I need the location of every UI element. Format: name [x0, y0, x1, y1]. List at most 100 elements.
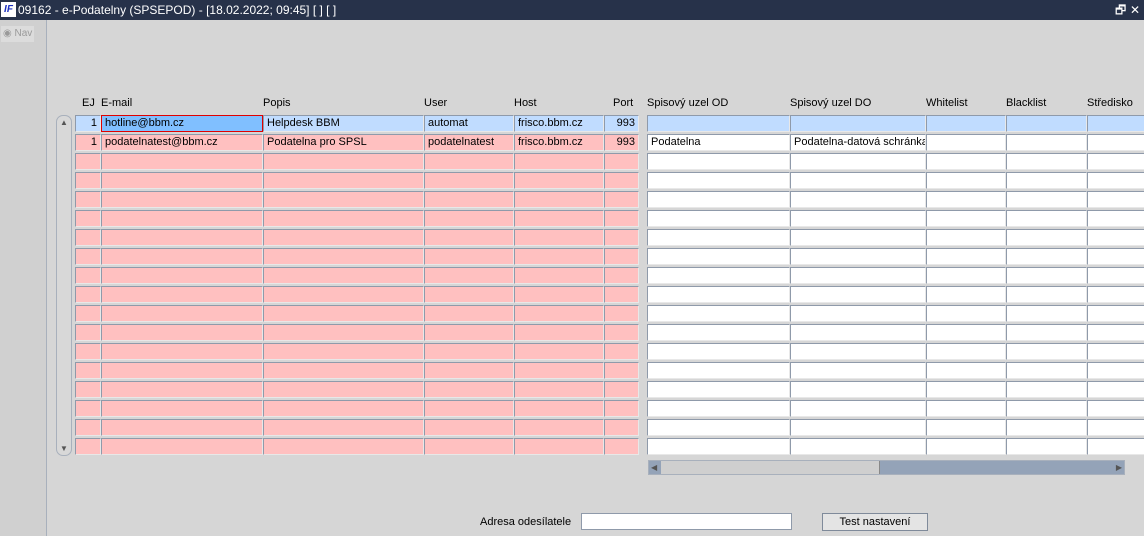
cell-ej[interactable] — [75, 362, 101, 379]
cell-email[interactable] — [101, 400, 263, 417]
cell-user[interactable] — [424, 362, 514, 379]
cell-do[interactable] — [790, 115, 926, 132]
cell-blacklist[interactable] — [1006, 381, 1087, 398]
cell-blacklist[interactable] — [1006, 153, 1087, 170]
cell-email[interactable] — [101, 172, 263, 189]
cell-port[interactable] — [604, 267, 639, 284]
cell-port[interactable] — [604, 210, 639, 227]
cell-popis[interactable] — [263, 153, 424, 170]
cell-port[interactable] — [604, 362, 639, 379]
cell-do[interactable] — [790, 229, 926, 246]
cell-popis[interactable] — [263, 229, 424, 246]
cell-do[interactable] — [790, 172, 926, 189]
cell-ej[interactable] — [75, 191, 101, 208]
cell-host[interactable] — [514, 286, 604, 303]
cell-user[interactable] — [424, 191, 514, 208]
cell-port[interactable] — [604, 400, 639, 417]
cell-popis[interactable] — [263, 381, 424, 398]
cell-ej[interactable] — [75, 400, 101, 417]
cell-od[interactable] — [647, 438, 790, 455]
cell-email[interactable] — [101, 362, 263, 379]
cell-email[interactable] — [101, 153, 263, 170]
cell-port[interactable] — [604, 286, 639, 303]
cell-popis[interactable] — [263, 324, 424, 341]
cell-email[interactable] — [101, 381, 263, 398]
cell-do[interactable] — [790, 324, 926, 341]
nav-radio[interactable]: ◉ Nav — [1, 26, 34, 42]
vertical-scrollbar[interactable]: ▲ ▼ — [56, 115, 72, 456]
cell-email[interactable] — [101, 229, 263, 246]
cell-user[interactable] — [424, 381, 514, 398]
cell-popis[interactable] — [263, 419, 424, 436]
cell-blacklist[interactable] — [1006, 172, 1087, 189]
cell-host[interactable] — [514, 172, 604, 189]
cell-do[interactable] — [790, 210, 926, 227]
cell-whitelist[interactable] — [926, 229, 1006, 246]
cell-user[interactable] — [424, 305, 514, 322]
cell-whitelist[interactable] — [926, 305, 1006, 322]
cell-stredisko[interactable] — [1087, 134, 1144, 151]
cell-blacklist[interactable] — [1006, 248, 1087, 265]
cell-email[interactable]: hotline@bbm.cz — [101, 115, 263, 132]
cell-popis[interactable] — [263, 400, 424, 417]
cell-od[interactable] — [647, 153, 790, 170]
cell-do[interactable] — [790, 191, 926, 208]
cell-blacklist[interactable] — [1006, 191, 1087, 208]
cell-blacklist[interactable] — [1006, 324, 1087, 341]
cell-stredisko[interactable] — [1087, 343, 1144, 360]
cell-port[interactable] — [604, 305, 639, 322]
cell-ej[interactable] — [75, 286, 101, 303]
restore-icon[interactable]: 🗗 — [1115, 0, 1126, 20]
cell-whitelist[interactable] — [926, 267, 1006, 284]
cell-email[interactable] — [101, 343, 263, 360]
cell-ej[interactable]: 1 — [75, 134, 101, 151]
cell-stredisko[interactable] — [1087, 267, 1144, 284]
cell-email[interactable] — [101, 267, 263, 284]
cell-stredisko[interactable] — [1087, 248, 1144, 265]
cell-stredisko[interactable] — [1087, 210, 1144, 227]
cell-port[interactable] — [604, 172, 639, 189]
cell-popis[interactable] — [263, 172, 424, 189]
cell-blacklist[interactable] — [1006, 115, 1087, 132]
cell-do[interactable] — [790, 419, 926, 436]
cell-port[interactable] — [604, 229, 639, 246]
cell-user[interactable] — [424, 153, 514, 170]
cell-user[interactable] — [424, 267, 514, 284]
cell-port[interactable] — [604, 248, 639, 265]
cell-email[interactable] — [101, 210, 263, 227]
cell-stredisko[interactable] — [1087, 362, 1144, 379]
cell-stredisko[interactable] — [1087, 172, 1144, 189]
cell-port[interactable] — [604, 419, 639, 436]
cell-user[interactable] — [424, 400, 514, 417]
cell-user[interactable]: automat — [424, 115, 514, 132]
cell-user[interactable]: podatelnatest — [424, 134, 514, 151]
scroll-left-icon[interactable]: ◀ — [651, 463, 657, 472]
cell-od[interactable] — [647, 210, 790, 227]
cell-od[interactable] — [647, 381, 790, 398]
cell-popis[interactable] — [263, 362, 424, 379]
cell-popis[interactable] — [263, 248, 424, 265]
cell-do[interactable] — [790, 438, 926, 455]
cell-email[interactable] — [101, 248, 263, 265]
cell-blacklist[interactable] — [1006, 400, 1087, 417]
cell-blacklist[interactable] — [1006, 210, 1087, 227]
close-icon[interactable]: ✕ — [1130, 0, 1140, 20]
cell-email[interactable] — [101, 286, 263, 303]
cell-blacklist[interactable] — [1006, 343, 1087, 360]
cell-whitelist[interactable] — [926, 248, 1006, 265]
cell-user[interactable] — [424, 286, 514, 303]
cell-user[interactable] — [424, 210, 514, 227]
scroll-down-icon[interactable]: ▼ — [60, 444, 68, 453]
cell-port[interactable] — [604, 324, 639, 341]
cell-od[interactable]: Podatelna — [647, 134, 790, 151]
cell-whitelist[interactable] — [926, 134, 1006, 151]
cell-host[interactable] — [514, 153, 604, 170]
cell-do[interactable] — [790, 381, 926, 398]
cell-user[interactable] — [424, 419, 514, 436]
cell-od[interactable] — [647, 267, 790, 284]
cell-port[interactable] — [604, 191, 639, 208]
cell-blacklist[interactable] — [1006, 229, 1087, 246]
cell-popis[interactable] — [263, 210, 424, 227]
cell-ej[interactable] — [75, 438, 101, 455]
cell-popis[interactable] — [263, 191, 424, 208]
